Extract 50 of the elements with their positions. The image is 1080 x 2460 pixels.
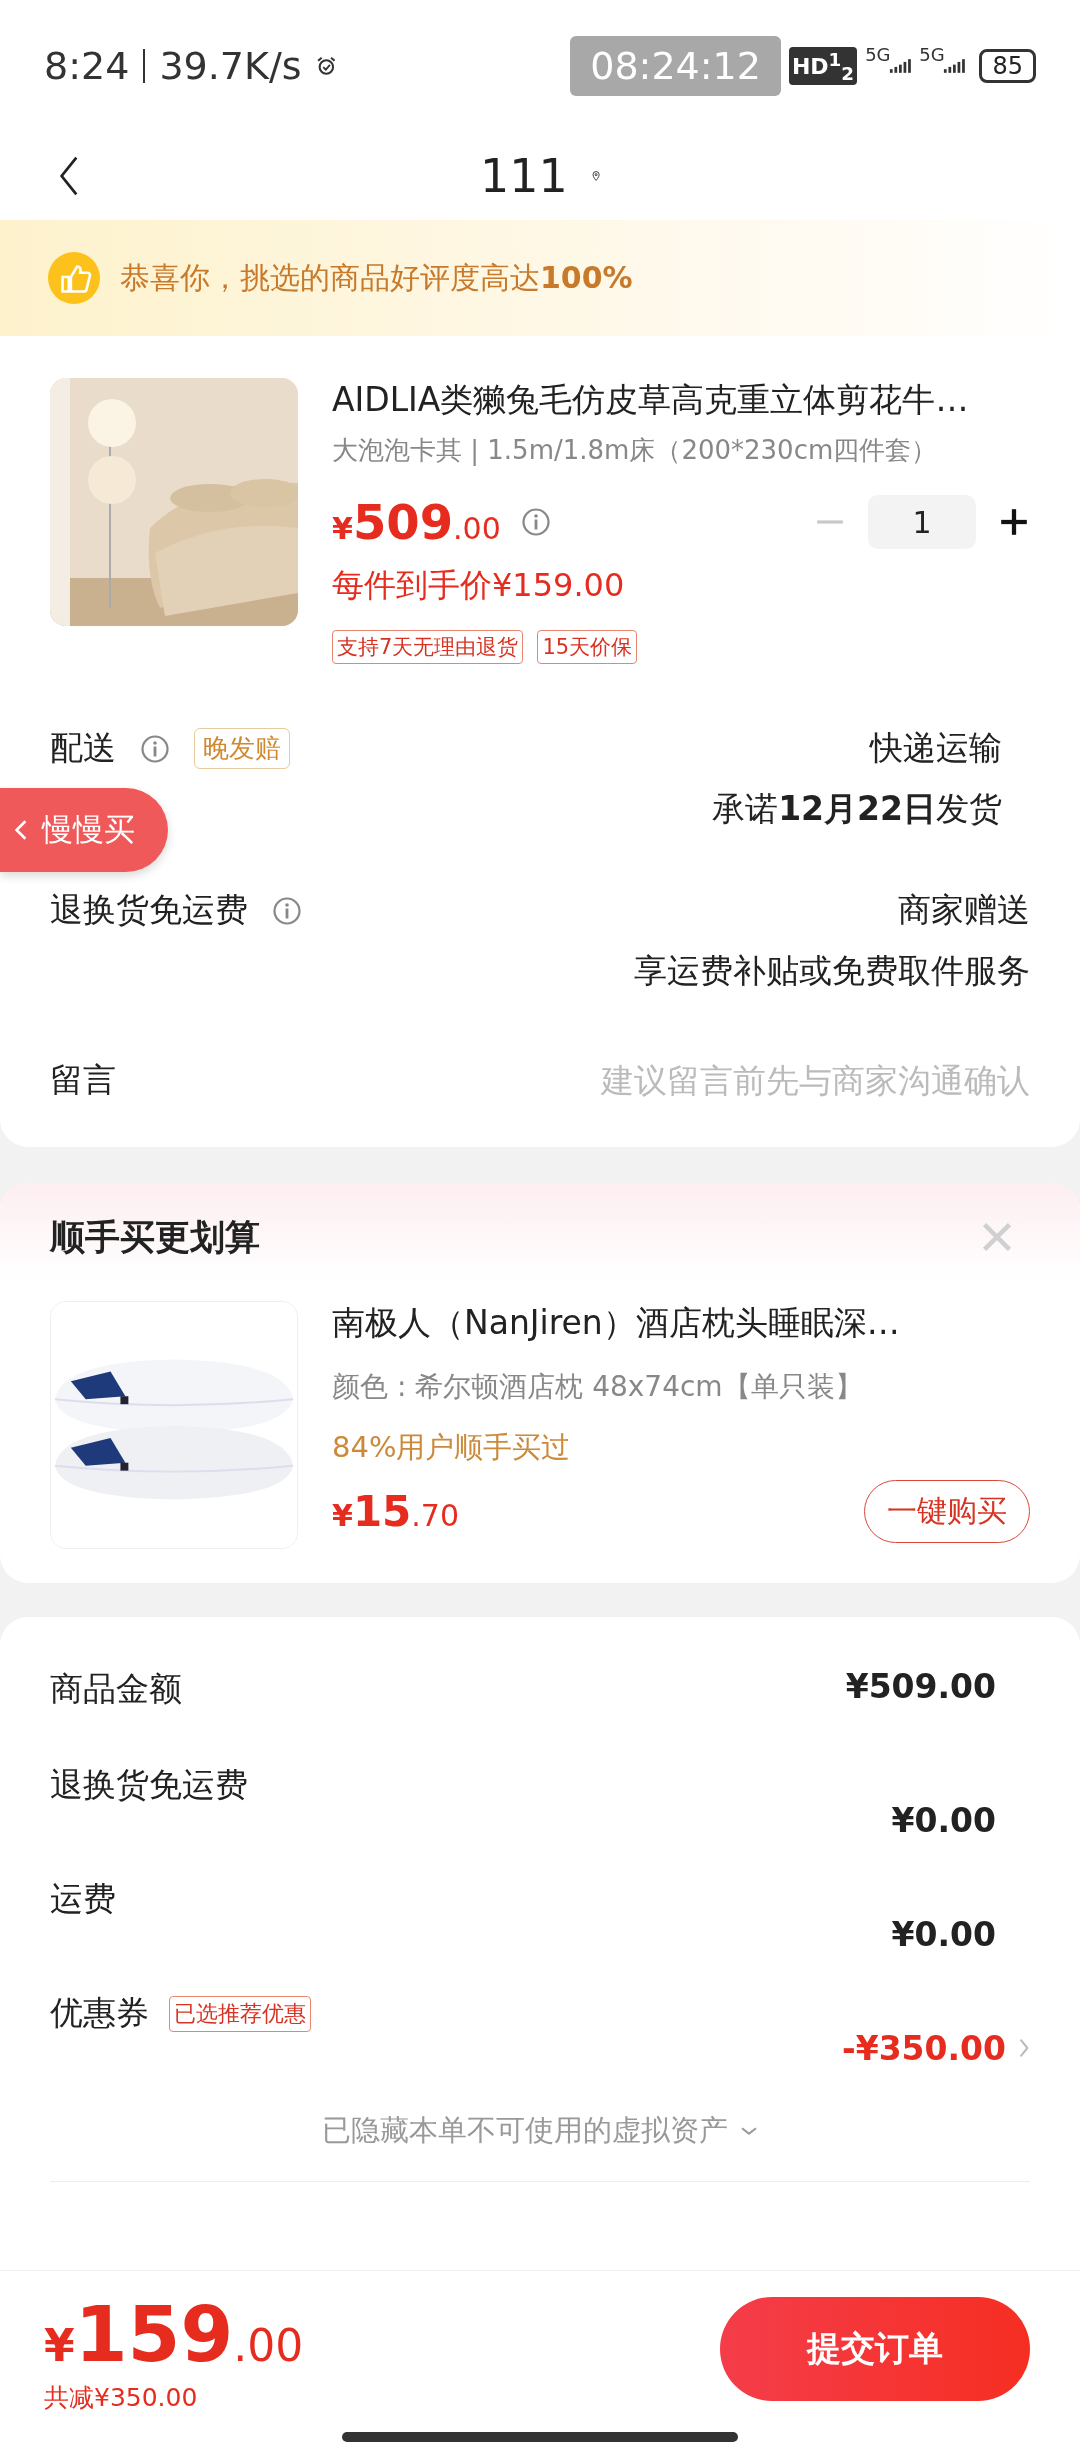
summary-value: ¥0.00 xyxy=(891,1914,996,1954)
network-label: 5G xyxy=(865,44,891,65)
clock-overlay: 08:24:12 xyxy=(570,36,781,96)
coupon-tag: 已选推荐优惠 xyxy=(169,1995,311,2032)
summary-label: 商品金额 xyxy=(50,1668,182,1710)
return-shipping-label: 退换货免运费 xyxy=(50,889,248,931)
total-price: ¥159.00 xyxy=(44,2297,304,2373)
chevron-down-icon xyxy=(740,2126,758,2136)
plus-button[interactable] xyxy=(998,506,1030,538)
purchase-rate: 84%用户顺手买过 xyxy=(332,1429,572,1466)
addon-title: 顺手买更划算 xyxy=(50,1215,260,1259)
battery-indicator: 85 xyxy=(979,49,1036,83)
summary-value: ¥0.00 xyxy=(891,1800,996,1840)
delivery-label: 配送 xyxy=(50,727,116,769)
network-speed: 39.7K/s xyxy=(159,44,302,88)
summary-label: 运费 xyxy=(50,1878,116,1920)
total-savings: 共减¥350.00 xyxy=(44,2382,199,2414)
summary-value: ¥509.00 xyxy=(845,1667,996,1706)
network-label: 5G xyxy=(919,44,945,65)
product-spec[interactable]: 大泡泡卡其 | 1.5m/1.8m床（200*230cm四件套） xyxy=(332,433,1030,468)
address-title[interactable]: 111 xyxy=(480,149,568,203)
info-icon[interactable] xyxy=(520,507,551,537)
one-click-buy-button[interactable]: 一键购买 xyxy=(864,1480,1030,1543)
product-title[interactable]: AIDLIA类獭兔毛仿皮草高克重立体剪花牛… xyxy=(332,378,1030,423)
summary-label: 退换货免运费 xyxy=(50,1764,248,1806)
return-shipping-value: 商家赠送 xyxy=(898,889,1030,931)
quantity-field[interactable]: 1 xyxy=(868,495,976,549)
summary-label: 优惠券 xyxy=(50,1992,149,2034)
service-tag: 支持7天无理由退货 xyxy=(332,630,524,664)
ship-promise: 承诺12月22日发货 xyxy=(712,788,1002,830)
summary-value: -¥350.00 xyxy=(842,2028,1006,2068)
message-field[interactable]: 建议留言前先与商家沟通确认 xyxy=(330,1061,1030,1100)
addon-product-spec: 颜色 : 希尔顿酒店枕 48x74cm【单只装】 xyxy=(332,1369,864,1405)
chevron-left-icon xyxy=(14,818,28,842)
info-icon[interactable] xyxy=(140,733,170,764)
addon-price: ¥15.70 xyxy=(332,1487,460,1536)
info-icon[interactable] xyxy=(272,895,302,926)
thumbs-up-icon xyxy=(48,252,100,304)
service-tag: 15天价保 xyxy=(537,630,638,664)
status-time: 8:24 xyxy=(44,44,130,88)
submit-order-button[interactable]: 提交订单 xyxy=(720,2297,1030,2401)
banner-text: 恭喜你，挑选的商品好评度高达100% xyxy=(120,258,633,297)
message-label: 留言 xyxy=(50,1059,116,1101)
addon-product-title[interactable]: 南极人（NanJiren）酒店枕头睡眠深… xyxy=(332,1301,1030,1346)
return-shipping-note: 享运费补贴或免费取件服务 xyxy=(634,950,1030,992)
final-price: 每件到手价¥159.00 xyxy=(332,565,626,606)
late-compensation-badge: 晚发赔 xyxy=(194,728,290,769)
product-price: ¥509.00 xyxy=(332,494,501,550)
chevron-right-icon[interactable] xyxy=(1018,2037,1030,2059)
delivery-method[interactable]: 快递运输 xyxy=(870,726,1002,771)
